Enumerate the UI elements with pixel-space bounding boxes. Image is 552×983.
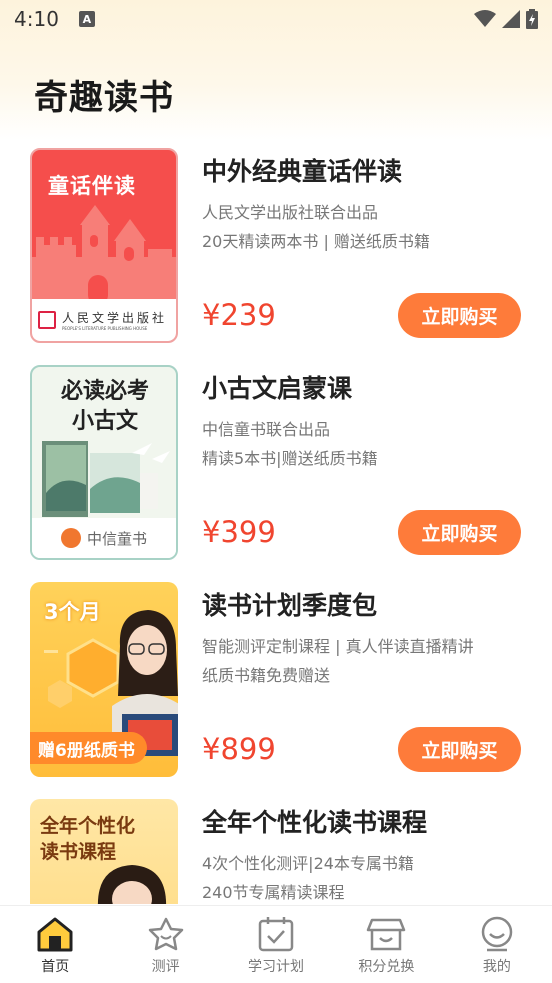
tab-home[interactable]: 首页 xyxy=(0,906,110,983)
tab-points-exchange[interactable]: 积分兑换 xyxy=(331,906,441,983)
notification-a-icon: A xyxy=(78,11,95,27)
cover-publisher-strip: 人民文学出版社 PEOPLE'S LITERATURE PUBLISHING H… xyxy=(32,299,176,341)
product-title[interactable]: 全年个性化读书课程 xyxy=(202,803,427,839)
brand-logo-icon xyxy=(60,528,81,548)
cover-publisher-en: PEOPLE'S LITERATURE PUBLISHING HOUSE xyxy=(62,326,148,331)
product-desc-1: 智能测评定制课程 | 真人伴读直播精讲 xyxy=(202,637,474,656)
product-cover[interactable]: 童话伴读 人民文学出版社 PEOPLE'S LITERATURE PUBLISH… xyxy=(30,148,178,343)
product-desc-2: 240节专属精读课程 xyxy=(202,883,345,902)
tab-profile[interactable]: 我的 xyxy=(442,906,552,983)
product-price: ¥399 xyxy=(202,515,276,549)
tab-label: 我的 xyxy=(482,959,511,975)
product-desc-2: 20天精读两本书 | 赠送纸质书籍 xyxy=(202,232,430,251)
product-desc-1: 4次个性化测评|24本专属书籍 xyxy=(202,854,414,873)
cover-tag: 3个月 xyxy=(44,600,101,624)
product-title[interactable]: 小古文启蒙课 xyxy=(202,369,352,405)
bottom-tab-bar: 首页 测评 学习计划 积分兑换 我的 xyxy=(0,905,552,983)
cover-brand-strip: 中信童书 xyxy=(32,518,176,558)
cover-headline-1: 全年个性化 xyxy=(40,815,136,837)
status-bar: 4:10 A xyxy=(0,0,552,38)
product-title[interactable]: 读书计划季度包 xyxy=(202,586,377,622)
tab-label: 测评 xyxy=(151,959,180,975)
buy-now-button[interactable]: 立即购买 xyxy=(398,293,521,338)
store-icon xyxy=(367,918,406,951)
cover-banner: 赠6册纸质书 xyxy=(30,732,147,764)
buy-now-button[interactable]: 立即购买 xyxy=(398,727,521,772)
signal-icon xyxy=(502,10,520,28)
status-icons xyxy=(474,9,538,29)
profile-icon xyxy=(481,916,513,952)
product-desc-2: 精读5本书|赠送纸质书籍 xyxy=(202,449,378,468)
cover-headline-1: 必读必考 xyxy=(60,378,149,404)
cover-headline: 童话伴读 xyxy=(48,174,136,198)
battery-icon xyxy=(526,9,538,29)
wifi-icon xyxy=(474,10,496,27)
product-price: ¥239 xyxy=(202,298,276,332)
book-illustration xyxy=(42,441,170,517)
publisher-seal-icon xyxy=(38,311,56,329)
product-card[interactable]: 童话伴读 人民文学出版社 PEOPLE'S LITERATURE PUBLISH… xyxy=(0,148,552,348)
cover-publisher-cn: 人民文学出版社 xyxy=(62,311,168,325)
product-title[interactable]: 中外经典童话伴读 xyxy=(202,152,402,188)
product-list[interactable]: 童话伴读 人民文学出版社 PEOPLE'S LITERATURE PUBLISH… xyxy=(0,148,552,904)
castle-illustration xyxy=(32,205,176,305)
page-title: 奇趣读书 xyxy=(34,78,174,118)
calendar-check-icon xyxy=(258,917,294,952)
cover-brand: 中信童书 xyxy=(86,529,147,548)
tab-label: 学习计划 xyxy=(248,959,305,975)
product-card[interactable]: 全年个性化 读书课程 全年个性化读书课程 4次个性化测评|24本专属书籍 240… xyxy=(0,799,552,904)
home-icon xyxy=(37,917,73,952)
status-time: 4:10 xyxy=(14,7,59,31)
tab-study-plan[interactable]: 学习计划 xyxy=(221,906,331,983)
product-cover[interactable]: 全年个性化 读书课程 xyxy=(30,799,178,904)
product-card[interactable]: 3个月 赠6册纸质书 读书计划季度包 智能测评定制课程 | 真人伴读直播精讲 纸… xyxy=(0,582,552,782)
product-desc-2: 纸质书籍免费赠送 xyxy=(202,666,331,685)
product-card[interactable]: 必读必考 小古文 中信童书 小古文启蒙课 中信童书联合出品 精读5本书|赠送纸质… xyxy=(0,365,552,565)
product-desc-1: 中信童书联合出品 xyxy=(202,420,331,439)
product-cover[interactable]: 必读必考 小古文 中信童书 xyxy=(30,365,178,560)
tab-evaluation[interactable]: 测评 xyxy=(110,906,220,983)
cover-headline-2: 小古文 xyxy=(71,408,138,434)
student-photo xyxy=(98,865,166,904)
buy-now-button[interactable]: 立即购买 xyxy=(398,510,521,555)
tab-label: 首页 xyxy=(41,959,70,975)
star-badge-icon xyxy=(148,917,183,951)
tab-label: 积分兑换 xyxy=(358,959,415,975)
product-desc-1: 人民文学出版社联合出品 xyxy=(202,203,379,222)
product-price: ¥899 xyxy=(202,732,276,766)
product-cover[interactable]: 3个月 赠6册纸质书 xyxy=(30,582,178,777)
